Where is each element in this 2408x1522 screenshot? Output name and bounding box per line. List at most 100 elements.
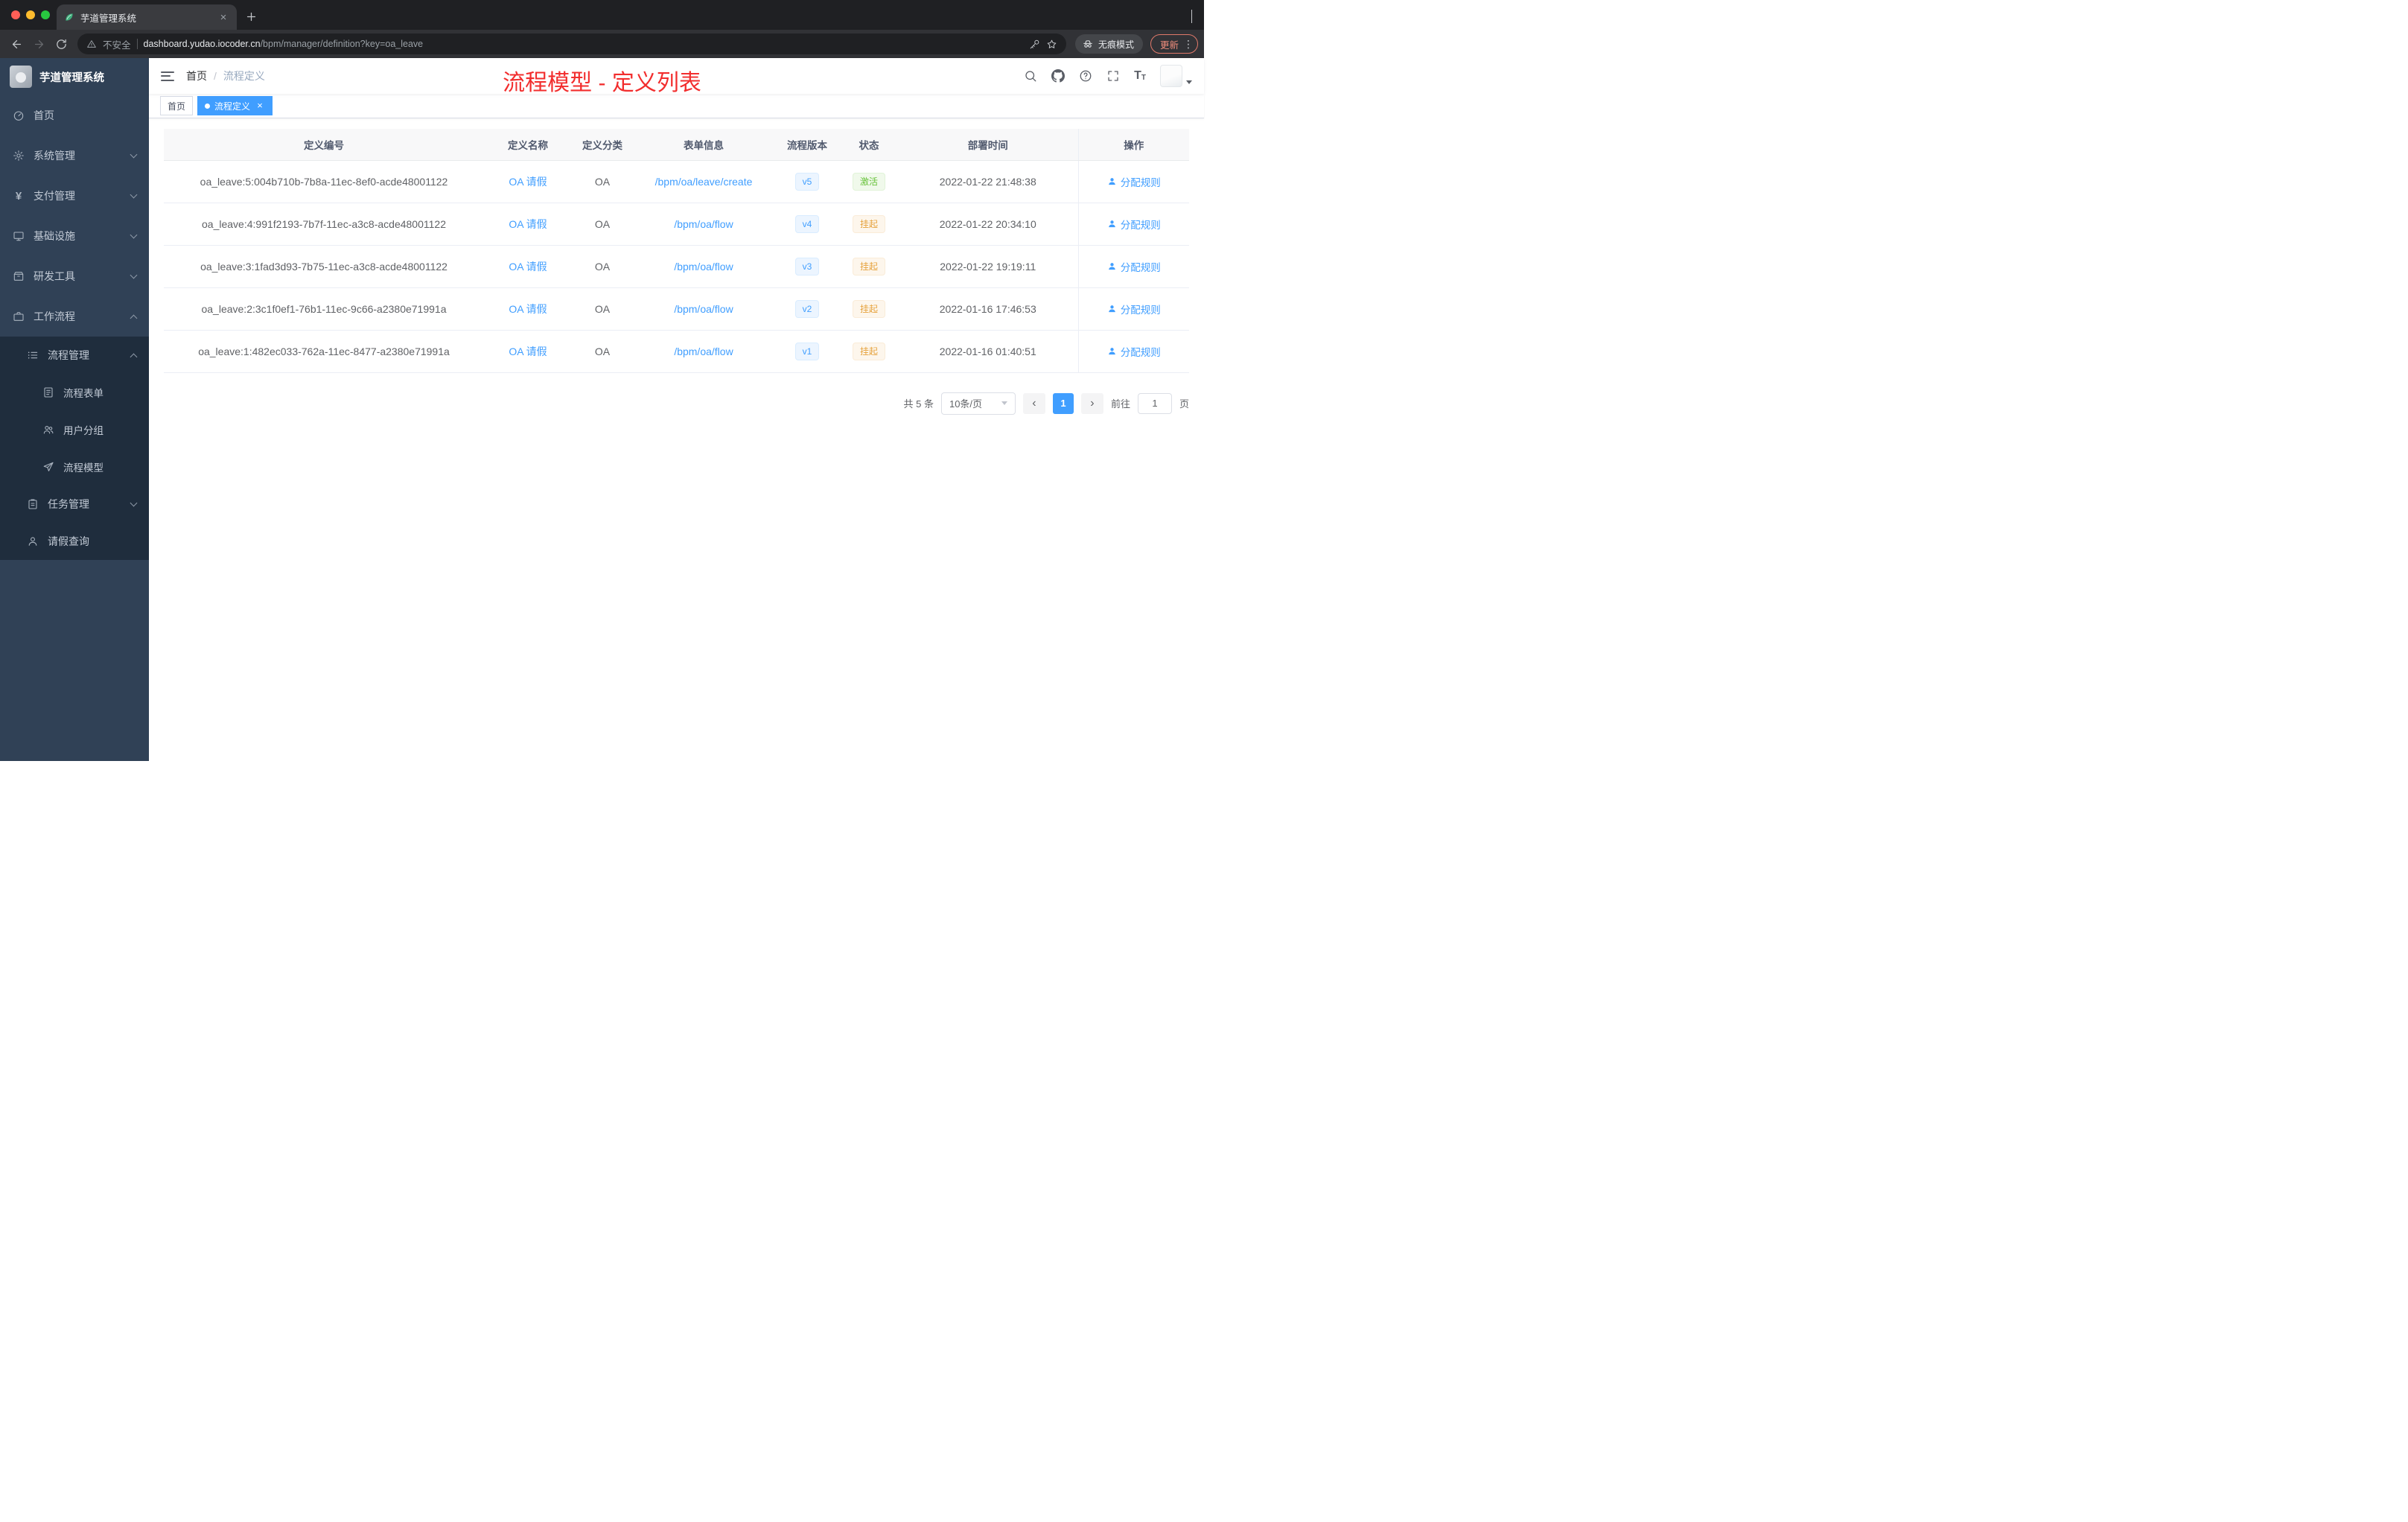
font-size-icon[interactable]: TT (1134, 70, 1146, 82)
definition-id: oa_leave:3:1fad3d93-7b75-11ec-a3c8-acde4… (164, 245, 484, 288)
definition-category: OA (572, 287, 633, 331)
sidebar-item-home[interactable]: 首页 (0, 95, 149, 136)
table-row: oa_leave:2:3c1f0ef1-76b1-11ec-9c66-a2380… (164, 287, 1189, 331)
sidebar-item-label: 流程表单 (63, 388, 103, 399)
briefcase-icon (13, 312, 24, 321)
github-icon[interactable] (1051, 69, 1066, 83)
assign-rule-link[interactable]: 分配规则 (1107, 174, 1161, 189)
clipboard-icon (28, 499, 37, 509)
tag-process-definition[interactable]: 流程定义 × (197, 96, 273, 115)
definition-id: oa_leave:4:991f2193-7b7f-11ec-a3c8-acde4… (164, 203, 484, 246)
definition-name-link[interactable]: OA 请假 (509, 218, 547, 230)
column-header: 定义编号 (164, 129, 484, 161)
form-info-link[interactable]: /bpm/oa/flow (674, 303, 733, 315)
avatar (1160, 65, 1182, 87)
tag-home[interactable]: 首页 (160, 96, 194, 115)
update-button[interactable]: 更新 ⋮ (1150, 34, 1198, 54)
definition-name-link[interactable]: OA 请假 (509, 346, 547, 357)
app-root: 芋道管理系统 首页 系统管理 ¥ 支付管理 基础设施 研发工具 工作流程 流程管… (0, 58, 1204, 761)
version-tag: v3 (794, 257, 820, 276)
definition-name-link[interactable]: OA 请假 (509, 261, 547, 273)
page-jump-input[interactable] (1137, 392, 1172, 414)
back-icon[interactable] (6, 34, 27, 54)
active-dot-icon (205, 103, 211, 109)
sidebar-item-infrastructure[interactable]: 基础设施 (0, 216, 149, 256)
assign-rule-link[interactable]: 分配规则 (1107, 259, 1161, 274)
assign-rule-label: 分配规则 (1120, 304, 1161, 316)
prev-page-button[interactable]: ‹ (1022, 392, 1045, 414)
app-logo-image (10, 66, 32, 88)
sidebar-item-user-group[interactable]: 用户分组 (0, 411, 149, 448)
user-avatar-menu[interactable] (1160, 65, 1192, 87)
plus-icon (246, 12, 255, 21)
tag-label: 流程定义 (214, 101, 251, 112)
sidebar-item-task-management[interactable]: 任务管理 (0, 485, 149, 523)
window-zoom-button[interactable] (41, 10, 50, 19)
assign-rule-link[interactable]: 分配规则 (1107, 302, 1161, 316)
forward-icon[interactable] (28, 34, 49, 54)
page-size-select[interactable]: 10条/页 (940, 392, 1016, 415)
tag-label: 首页 (168, 101, 186, 112)
reload-icon[interactable] (51, 34, 71, 54)
breadcrumb-home[interactable]: 首页 (186, 69, 207, 83)
tab-close-icon[interactable]: × (217, 11, 229, 24)
sidebar-item-label: 流程模型 (63, 462, 103, 474)
column-header: 操作 (1077, 129, 1189, 161)
definition-name-link[interactable]: OA 请假 (509, 303, 547, 315)
form-info-link[interactable]: /bpm/oa/flow (674, 261, 733, 273)
user-icon (1108, 178, 1115, 185)
window-minimize-button[interactable] (26, 10, 35, 19)
sidebar-menu: 首页 系统管理 ¥ 支付管理 基础设施 研发工具 工作流程 流程管理 流程表单 … (0, 95, 149, 761)
security-label[interactable]: 不安全 (103, 37, 131, 51)
sidebar-item-system-management[interactable]: 系统管理 (0, 136, 149, 176)
search-icon[interactable] (1024, 69, 1037, 83)
column-header: 定义分类 (572, 129, 633, 161)
password-key-icon[interactable] (1029, 39, 1040, 50)
pagination: 共 5 条 10条/页 ‹ 1 › 前往 页 (164, 392, 1189, 415)
menu-fold-icon[interactable] (161, 71, 174, 81)
toolbox-icon (13, 272, 24, 281)
users-icon (43, 426, 54, 434)
browser-menu-icon[interactable]: ⋮ (1183, 38, 1194, 51)
chevron-down-icon (130, 150, 138, 158)
sidebar-item-leave-query[interactable]: 请假查询 (0, 523, 149, 560)
sidebar-item-payment-management[interactable]: ¥ 支付管理 (0, 176, 149, 216)
assign-rule-link[interactable]: 分配规则 (1107, 217, 1161, 232)
sidebar-item-process-form[interactable]: 流程表单 (0, 374, 149, 411)
sidebar-item-label: 任务管理 (48, 498, 89, 510)
bookmark-star-icon[interactable] (1046, 39, 1057, 50)
sidebar-item-label: 研发工具 (34, 270, 75, 282)
help-icon[interactable] (1079, 69, 1092, 83)
browser-tab[interactable]: 芋道管理系统 × (57, 4, 237, 30)
assign-rule-link[interactable]: 分配规则 (1107, 344, 1161, 359)
sidebar-item-dev-tools[interactable]: 研发工具 (0, 256, 149, 296)
next-page-button[interactable]: › (1080, 392, 1103, 414)
new-tab-button[interactable] (241, 7, 261, 26)
table-row: oa_leave:1:482ec033-762a-11ec-8477-a2380… (164, 330, 1189, 373)
form-info-link[interactable]: /bpm/oa/flow (674, 346, 733, 357)
address-bar[interactable]: 不安全 dashboard.yudao.iocoder.cn/bpm/manag… (77, 34, 1066, 54)
url-divider (136, 39, 138, 49)
table-row: oa_leave:4:991f2193-7b7f-11ec-a3c8-acde4… (164, 203, 1189, 246)
breadcrumb-current: 流程定义 (223, 70, 265, 82)
tab-search-icon[interactable] (1191, 10, 1192, 23)
sidebar-item-process-model[interactable]: 流程模型 (0, 448, 149, 485)
chevron-down-icon (1001, 401, 1007, 405)
status-badge: 挂起 (852, 342, 885, 360)
chevron-up-icon (130, 314, 138, 322)
sidebar-item-workflow[interactable]: 工作流程 (0, 296, 149, 337)
window-close-button[interactable] (11, 10, 20, 19)
update-label: 更新 (1159, 39, 1179, 51)
fullscreen-icon[interactable] (1106, 69, 1120, 83)
app-logo[interactable]: 芋道管理系统 (0, 58, 149, 95)
sidebar-item-label: 支付管理 (34, 190, 75, 202)
assign-rule-label: 分配规则 (1120, 219, 1161, 231)
page-1-button[interactable]: 1 (1052, 392, 1074, 414)
form-info-link[interactable]: /bpm/oa/flow (674, 218, 733, 230)
url-domain: dashboard.yudao.iocoder.cn (143, 39, 261, 49)
sidebar-item-process-management[interactable]: 流程管理 (0, 337, 149, 374)
tag-close-icon[interactable]: × (255, 101, 265, 111)
definition-id: oa_leave:1:482ec033-762a-11ec-8477-a2380… (164, 330, 484, 373)
form-info-link[interactable]: /bpm/oa/leave/create (655, 176, 753, 188)
definition-name-link[interactable]: OA 请假 (509, 176, 547, 188)
